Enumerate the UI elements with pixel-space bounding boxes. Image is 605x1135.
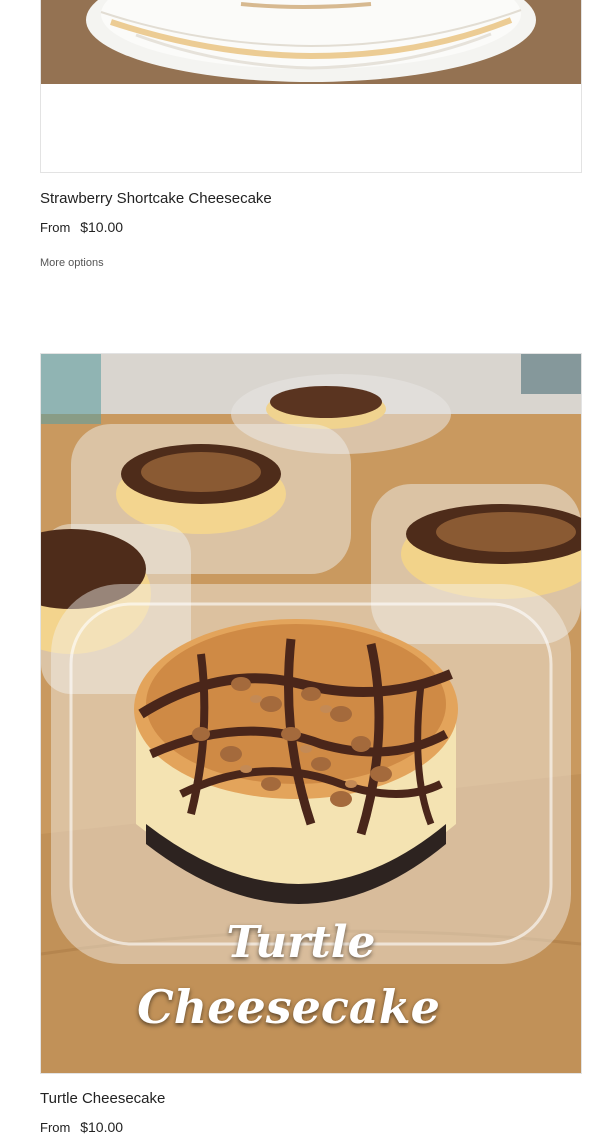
image-caption-line-1: Turtle bbox=[226, 917, 376, 968]
image-caption-line-2: Cheesecake bbox=[137, 980, 440, 1034]
product-name[interactable]: Strawberry Shortcake Cheesecake bbox=[40, 190, 272, 207]
product-card-turtle-cheesecake[interactable]: Turtle Cheesecake Turtle Cheesecake From… bbox=[40, 353, 582, 1135]
product-card-strawberry-shortcake[interactable]: Strawberry Shortcake Cheesecake From $10… bbox=[40, 0, 582, 269]
price-prefix: From bbox=[40, 220, 71, 235]
more-options-link[interactable]: More options bbox=[40, 257, 104, 269]
price-value: $10.00 bbox=[80, 1119, 124, 1135]
price-row: From $10.00 bbox=[40, 219, 123, 235]
price-prefix: From bbox=[40, 1120, 71, 1135]
product-photo-strawberry-shortcake[interactable] bbox=[41, 0, 581, 84]
product-image-frame[interactable] bbox=[40, 0, 582, 173]
product-photo-turtle-cheesecake[interactable]: Turtle Cheesecake bbox=[40, 353, 582, 1074]
price-row: From $10.00 bbox=[40, 1119, 123, 1135]
product-name[interactable]: Turtle Cheesecake bbox=[40, 1090, 165, 1107]
price-value: $10.00 bbox=[80, 219, 124, 235]
